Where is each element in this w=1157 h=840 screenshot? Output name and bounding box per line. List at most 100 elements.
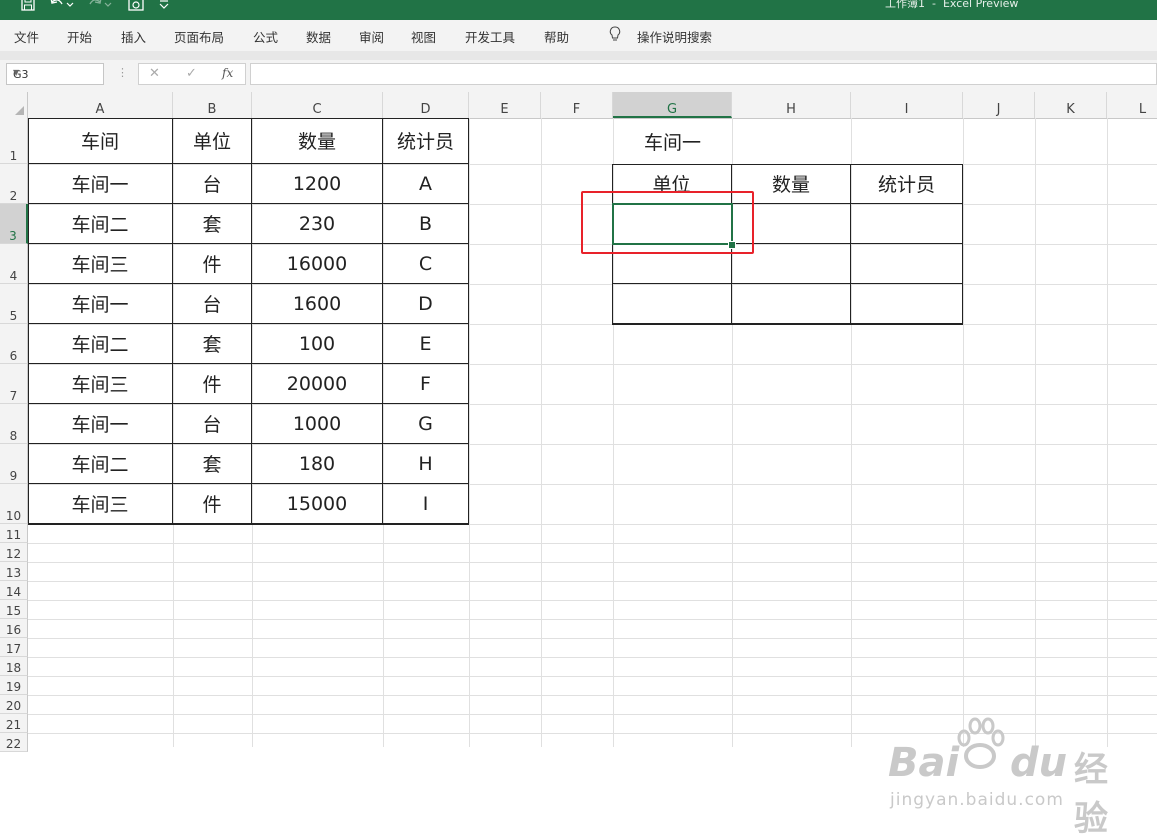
tab-help[interactable]: 帮助 — [544, 27, 569, 46]
table1-header-cell[interactable]: 统计员 — [383, 118, 469, 164]
confirm-icon[interactable]: ✓ — [186, 66, 197, 81]
row-header-20[interactable]: 20 — [0, 695, 28, 714]
name-box[interactable]: G3 ▼ — [6, 63, 104, 85]
table1-cell[interactable]: 20000 — [252, 364, 383, 404]
fill-handle[interactable] — [728, 241, 736, 249]
row-header-11[interactable]: 11 — [0, 524, 28, 543]
table2-header-cell[interactable]: 单位 — [612, 164, 732, 204]
column-header-l[interactable]: L — [1107, 92, 1157, 118]
tab-file[interactable]: 文件 — [14, 27, 39, 46]
table2-header-cell[interactable]: 数量 — [732, 164, 851, 204]
undo-icon[interactable] — [48, 0, 74, 16]
table1-cell[interactable]: 台 — [173, 404, 252, 444]
camera-icon[interactable] — [127, 0, 145, 16]
table1-cell[interactable]: 230 — [252, 204, 383, 244]
tab-developer[interactable]: 开发工具 — [465, 27, 515, 46]
table1-cell[interactable]: C — [383, 244, 469, 284]
table1-cell[interactable]: 1600 — [252, 284, 383, 324]
column-header-c[interactable]: C — [252, 92, 383, 118]
table1-cell[interactable]: 件 — [173, 244, 252, 284]
table1-cell[interactable]: 100 — [252, 324, 383, 364]
table1-cell[interactable]: 台 — [173, 164, 252, 204]
column-header-h[interactable]: H — [732, 92, 851, 118]
table1-cell[interactable]: 台 — [173, 284, 252, 324]
column-header-k[interactable]: K — [1035, 92, 1107, 118]
table1-cell[interactable]: 车间一 — [28, 404, 173, 444]
table1-cell[interactable]: 180 — [252, 444, 383, 484]
tab-formulas[interactable]: 公式 — [253, 27, 278, 46]
table1-cell[interactable]: 车间一 — [28, 164, 173, 204]
table2-cell[interactable] — [732, 284, 851, 324]
table1-cell[interactable]: 套 — [173, 324, 252, 364]
column-header-d[interactable]: D — [383, 92, 469, 118]
table1-cell[interactable]: 1000 — [252, 404, 383, 444]
column-header-g[interactable]: G — [613, 92, 732, 118]
table1-cell[interactable]: 车间一 — [28, 284, 173, 324]
row-header-6[interactable]: 6 — [0, 324, 28, 364]
customize-icon[interactable] — [158, 0, 170, 16]
function-icon[interactable]: fx — [222, 66, 233, 80]
table1-cell[interactable]: 车间三 — [28, 244, 173, 284]
row-header-17[interactable]: 17 — [0, 638, 28, 657]
row-header-7[interactable]: 7 — [0, 364, 28, 404]
row-header-1[interactable]: 1 — [0, 118, 28, 164]
column-header-a[interactable]: A — [28, 92, 173, 118]
table1-cell[interactable]: 1200 — [252, 164, 383, 204]
table1-header-cell[interactable]: 数量 — [252, 118, 383, 164]
row-header-21[interactable]: 21 — [0, 714, 28, 733]
cancel-icon[interactable]: ✕ — [149, 66, 160, 81]
table1-cell[interactable]: B — [383, 204, 469, 244]
table1-cell[interactable]: H — [383, 444, 469, 484]
tab-page-layout[interactable]: 页面布局 — [174, 27, 224, 46]
row-header-22[interactable]: 22 — [0, 733, 28, 752]
table2-title[interactable]: 车间一 — [613, 118, 732, 164]
table1-cell[interactable]: 车间二 — [28, 324, 173, 364]
row-header-12[interactable]: 12 — [0, 543, 28, 562]
save-icon[interactable] — [20, 0, 36, 16]
table1-cell[interactable]: 车间三 — [28, 484, 173, 524]
row-header-19[interactable]: 19 — [0, 676, 28, 695]
table1-cell[interactable]: 件 — [173, 364, 252, 404]
table1-cell[interactable]: G — [383, 404, 469, 444]
table1-cell[interactable]: 件 — [173, 484, 252, 524]
formula-input[interactable] — [250, 63, 1157, 85]
chevron-down-icon[interactable]: ▼ — [13, 68, 99, 77]
tab-data[interactable]: 数据 — [306, 27, 331, 46]
column-header-j[interactable]: J — [963, 92, 1035, 118]
column-header-f[interactable]: F — [541, 92, 613, 118]
table1-header-cell[interactable]: 车间 — [28, 118, 173, 164]
tab-review[interactable]: 审阅 — [359, 27, 384, 46]
table1-cell[interactable]: D — [383, 284, 469, 324]
row-header-9[interactable]: 9 — [0, 444, 28, 484]
tab-home[interactable]: 开始 — [67, 27, 92, 46]
table2-cell[interactable] — [732, 204, 851, 244]
table1-cell[interactable]: I — [383, 484, 469, 524]
table1-cell[interactable]: A — [383, 164, 469, 204]
column-header-e[interactable]: E — [469, 92, 541, 118]
table1-header-cell[interactable]: 单位 — [173, 118, 252, 164]
row-header-2[interactable]: 2 — [0, 164, 28, 204]
row-header-5[interactable]: 5 — [0, 284, 28, 324]
active-cell-g3[interactable] — [612, 203, 733, 245]
row-header-15[interactable]: 15 — [0, 600, 28, 619]
row-header-4[interactable]: 4 — [0, 244, 28, 284]
row-header-13[interactable]: 13 — [0, 562, 28, 581]
table2-cell[interactable] — [732, 244, 851, 284]
table1-cell[interactable]: 套 — [173, 444, 252, 484]
row-header-18[interactable]: 18 — [0, 657, 28, 676]
table1-cell[interactable]: 车间二 — [28, 204, 173, 244]
spreadsheet-grid[interactable]: A B C D E F G H I J K L 1 2 3 4 5 6 7 8 9 10 11 12 1… — [0, 92, 1157, 839]
table1-cell[interactable]: F — [383, 364, 469, 404]
select-all-corner[interactable] — [0, 92, 28, 118]
row-header-3[interactable]: 3 — [0, 204, 28, 244]
table2-cell[interactable] — [851, 284, 963, 324]
row-header-14[interactable]: 14 — [0, 581, 28, 600]
tab-view[interactable]: 视图 — [411, 27, 436, 46]
table2-cell[interactable] — [851, 244, 963, 284]
table2-cell[interactable] — [851, 204, 963, 244]
table1-cell[interactable]: 15000 — [252, 484, 383, 524]
row-header-8[interactable]: 8 — [0, 404, 28, 444]
redo-icon[interactable] — [86, 0, 112, 16]
table1-cell[interactable]: 16000 — [252, 244, 383, 284]
column-header-b[interactable]: B — [173, 92, 252, 118]
